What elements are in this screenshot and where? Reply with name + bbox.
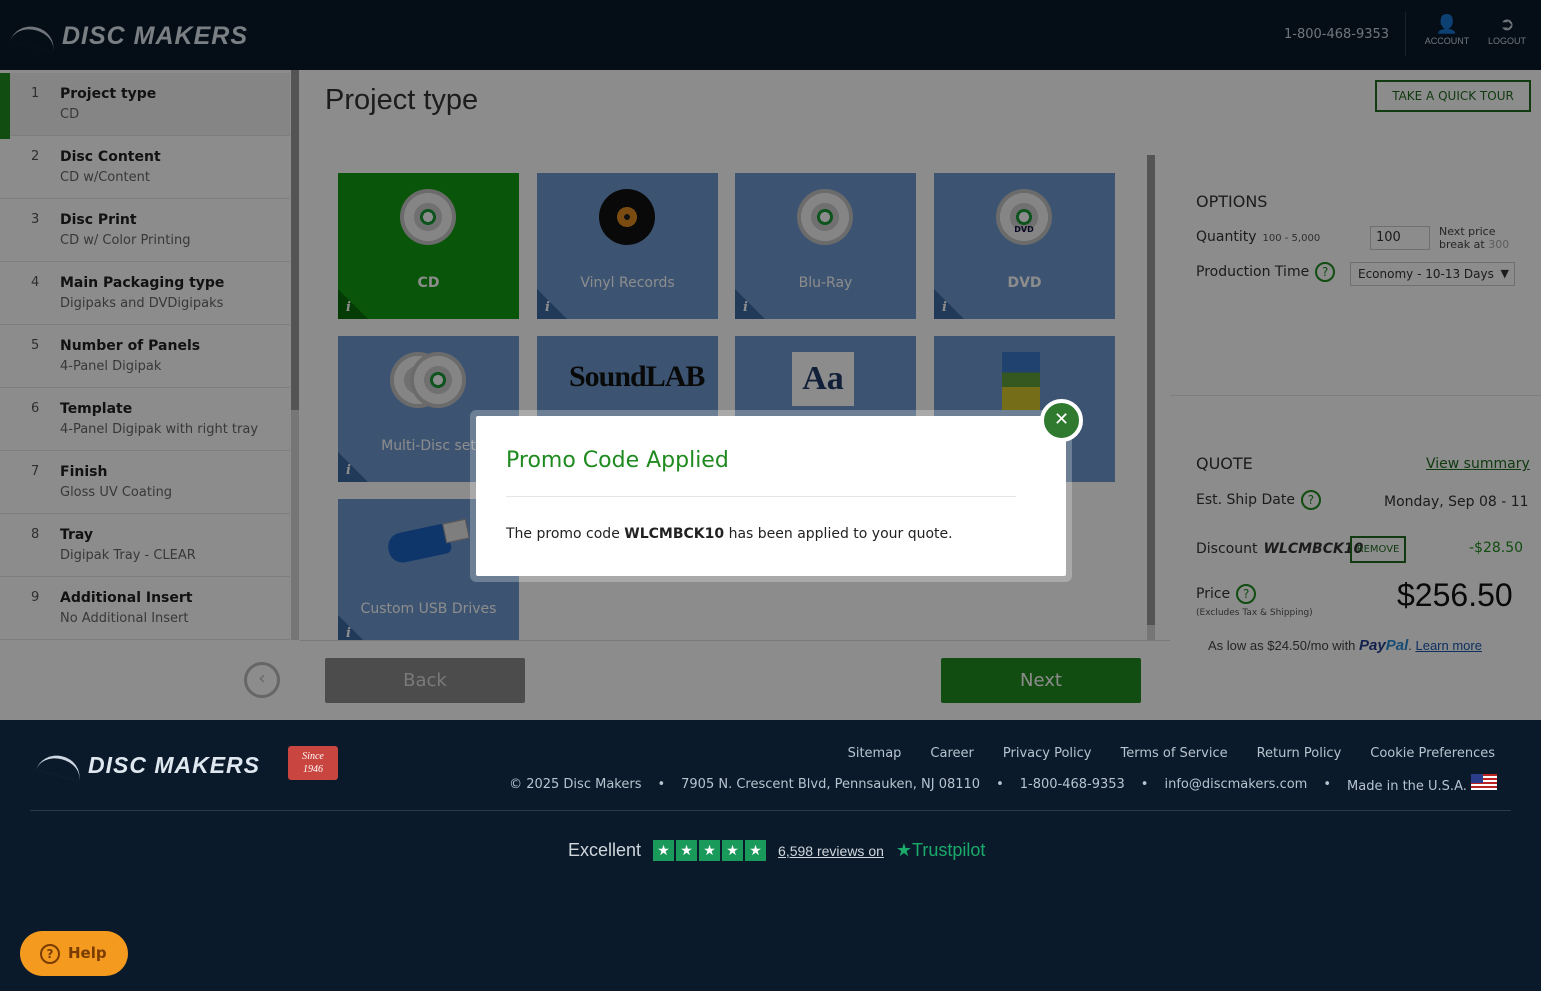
us-flag-icon [1471,774,1497,790]
star-icon: ★ [722,840,744,861]
help-button[interactable]: ? Help [20,931,128,976]
reviews-link[interactable]: 6,598 reviews on [778,843,884,859]
footer-link-returns[interactable]: Return Policy [1257,746,1342,761]
made-in-usa: Made in the U.S.A. [1347,774,1497,794]
close-icon[interactable]: ✕ [1040,399,1083,442]
help-question-icon: ? [40,944,60,964]
footer-link-privacy[interactable]: Privacy Policy [1003,746,1092,761]
star-icon: ★ [699,840,721,861]
footer-link-terms[interactable]: Terms of Service [1120,746,1227,761]
footer-email[interactable]: info@discmakers.com [1164,777,1307,792]
modal-divider [506,496,1016,497]
star-icon: ★ [745,840,767,861]
footer-link-cookies[interactable]: Cookie Preferences [1370,746,1495,761]
since-1946-badge: Since 1946 [288,746,338,780]
logo-swoosh-icon [36,750,84,781]
trustpilot-logo: ★Trustpilot [895,840,986,860]
promo-code: WLCMBCK10 [624,526,725,542]
copyright: © 2025 Disc Makers [509,776,642,792]
footer-info: © 2025 Disc Makers • 7905 N. Crescent Blv… [509,774,1497,794]
modal-title: Promo Code Applied [506,448,729,473]
footer-phone[interactable]: 1-800-468-9353 [1020,777,1125,792]
footer-logo[interactable]: DISC MAKERS [36,750,260,781]
modal-message: The promo code WLCMBCK10 has been applie… [506,526,953,542]
modal-backdrop[interactable] [0,0,1541,720]
footer-link-career[interactable]: Career [930,746,973,761]
star-icon: ★ [653,840,675,861]
trustpilot-widget[interactable]: Excellent ★ ★ ★ ★ ★ 6,598 reviews on ★Tr… [568,840,985,861]
footer-divider [30,810,1511,811]
address: 7905 N. Crescent Blvd, Pennsauken, NJ 08… [681,776,981,792]
trustpilot-star-icon: ★ [895,840,913,860]
star-icon: ★ [676,840,698,861]
footer-link-sitemap[interactable]: Sitemap [848,746,902,761]
trust-rating-text: Excellent [568,840,642,860]
site-footer: DISC MAKERS Since 1946 Sitemap Career Pr… [0,720,1541,991]
promo-applied-modal: Promo Code Applied The promo code WLCMBC… [476,416,1066,576]
rating-stars: ★ ★ ★ ★ ★ [653,840,767,861]
footer-links: Sitemap Career Privacy Policy Terms of S… [848,746,1495,761]
